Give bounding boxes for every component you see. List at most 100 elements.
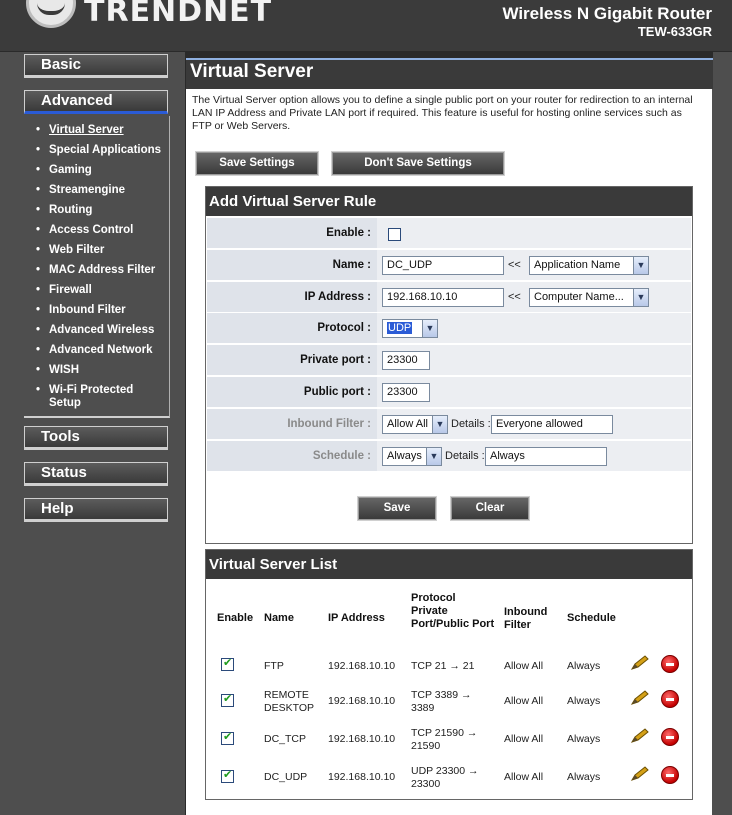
delete-icon[interactable] <box>661 690 679 708</box>
schedule-label: Schedule : <box>207 441 377 471</box>
header-schedule: Schedule <box>567 612 616 624</box>
delete-icon[interactable] <box>661 728 679 746</box>
application-name-select-value: Application Name <box>534 259 621 271</box>
inbound-details-label: Details : <box>451 418 491 430</box>
sidebar-item-wifi-protected-setup[interactable]: Wi-Fi Protected Setup <box>24 384 154 410</box>
sidebar-item-inbound-filter[interactable]: Inbound Filter <box>24 304 126 317</box>
chevron-down-icon: ▼ <box>633 289 648 306</box>
row-ip: 192.168.10.10 <box>328 733 396 745</box>
row-ports: TCP 21 → 21 <box>411 660 475 672</box>
application-name-select[interactable]: Application Name ▼ <box>529 256 649 275</box>
menu-advanced-button[interactable]: Advanced <box>24 90 168 114</box>
row-name: FTP <box>264 660 284 672</box>
edit-pencil-icon[interactable] <box>630 727 650 745</box>
row-name: DC_UDP <box>264 771 308 783</box>
row-schedule: Always <box>567 771 601 783</box>
add-rule-title: Add Virtual Server Rule <box>206 187 692 216</box>
chevron-down-icon: ▼ <box>422 320 437 337</box>
menu-help-button[interactable]: Help <box>24 498 168 522</box>
enable-row: Enable : <box>207 218 691 249</box>
row-enable-checkbox[interactable] <box>221 730 234 745</box>
header-enable: Enable <box>217 612 254 624</box>
virtual-server-list-title: Virtual Server List <box>206 550 692 579</box>
sidebar-item-wish[interactable]: WISH <box>24 364 79 377</box>
product-name: Wireless N Gigabit Router <box>502 4 712 23</box>
inbound-filter-select-value: Allow All <box>387 418 428 430</box>
row-ip: 192.168.10.10 <box>328 660 396 672</box>
header-name: Name <box>264 612 294 624</box>
save-settings-button[interactable]: Save Settings <box>195 151 319 176</box>
edit-pencil-icon[interactable] <box>630 654 650 672</box>
chevron-down-icon: ▼ <box>432 416 447 433</box>
row-name: REMOTE DESKTOP <box>264 689 314 714</box>
sidebar-item-web-filter[interactable]: Web Filter <box>24 244 104 257</box>
model-name: TEW-633GR <box>637 24 712 39</box>
enable-checkbox[interactable] <box>388 228 401 241</box>
delete-icon[interactable] <box>661 655 679 673</box>
inbound-details-field: Everyone allowed <box>491 415 613 434</box>
inbound-filter-select[interactable]: Allow All ▼ <box>382 415 448 434</box>
virtual-server-list-panel: Virtual Server List Enable Name IP Addre… <box>205 549 693 800</box>
row-inbound: Allow All <box>504 771 544 783</box>
sidebar-item-advanced-network[interactable]: Advanced Network <box>24 344 153 357</box>
main-content: Virtual Server The Virtual Server option… <box>185 52 713 815</box>
row-ip: 192.168.10.10 <box>328 695 396 707</box>
private-port-label: Private port : <box>207 345 377 375</box>
ip-address-input[interactable]: 192.168.10.10 <box>382 288 504 307</box>
private-port-input[interactable]: 23300 <box>382 351 430 370</box>
chevron-down-icon: ▼ <box>426 448 441 465</box>
name-row: Name : DC_UDP << Application Name ▼ <box>207 250 691 281</box>
schedule-select[interactable]: Always ▼ <box>382 447 442 466</box>
ip-copy-chevrons[interactable]: << <box>508 291 521 303</box>
row-ports: UDP 23300 → 23300 <box>411 765 479 790</box>
name-input[interactable]: DC_UDP <box>382 256 504 275</box>
sidebar-item-streamengine[interactable]: Streamengine <box>24 184 125 197</box>
name-copy-chevrons[interactable]: << <box>508 259 521 271</box>
name-label: Name : <box>207 250 377 280</box>
menu-status-button[interactable]: Status <box>24 462 168 486</box>
sidebar-item-gaming[interactable]: Gaming <box>24 164 92 177</box>
trendnet-logo-icon <box>26 0 76 28</box>
sidebar-item-access-control[interactable]: Access Control <box>24 224 133 237</box>
edit-pencil-icon[interactable] <box>630 765 650 783</box>
sidebar-item-routing[interactable]: Routing <box>24 204 92 217</box>
row-enable-checkbox[interactable] <box>221 656 234 671</box>
public-port-label: Public port : <box>207 377 377 407</box>
header: TRENDNET Wireless N Gigabit Router TEW-6… <box>0 0 732 52</box>
menu-tools-button[interactable]: Tools <box>24 426 168 450</box>
menu-basic-button[interactable]: Basic <box>24 54 168 78</box>
save-button[interactable]: Save <box>357 496 437 521</box>
computer-name-select[interactable]: Computer Name... ▼ <box>529 288 649 307</box>
header-ip-address: IP Address <box>328 612 385 624</box>
sidebar-item-advanced-wireless[interactable]: Advanced Wireless <box>24 324 154 337</box>
header-inbound-filter: Inbound Filter <box>504 606 548 631</box>
row-name: DC_TCP <box>264 733 307 745</box>
row-inbound: Allow All <box>504 695 544 707</box>
private-port-row: Private port : 23300 <box>207 345 691 376</box>
protocol-select[interactable]: UDP ▼ <box>382 319 438 338</box>
computer-name-select-value: Computer Name... <box>534 291 624 303</box>
inbound-filter-label: Inbound Filter : <box>207 409 377 439</box>
sidebar-item-mac-address-filter[interactable]: MAC Address Filter <box>24 264 155 277</box>
delete-icon[interactable] <box>661 766 679 784</box>
ip-row: IP Address : 192.168.10.10 << Computer N… <box>207 282 691 313</box>
row-enable-checkbox[interactable] <box>221 768 234 783</box>
page-description: The Virtual Server option allows you to … <box>192 94 693 132</box>
ip-address-label: IP Address : <box>207 282 377 312</box>
edit-pencil-icon[interactable] <box>630 689 650 707</box>
enable-label: Enable : <box>207 218 377 248</box>
sidebar-item-firewall[interactable]: Firewall <box>24 284 92 297</box>
dont-save-settings-button[interactable]: Don't Save Settings <box>331 151 505 176</box>
sidebar-item-virtual-server[interactable]: Virtual Server <box>24 124 124 137</box>
protocol-select-value: UDP <box>387 322 413 334</box>
sidebar-item-special-applications[interactable]: Special Applications <box>24 144 161 157</box>
clear-button[interactable]: Clear <box>450 496 530 521</box>
schedule-details-label: Details : <box>445 450 485 462</box>
row-ports: TCP 21590 → 21590 <box>411 727 478 752</box>
schedule-row: Schedule : Always ▼ Details : Always <box>207 441 691 472</box>
public-port-input[interactable]: 23300 <box>382 383 430 402</box>
protocol-label: Protocol : <box>207 313 377 343</box>
schedule-select-value: Always <box>387 450 422 462</box>
row-enable-checkbox[interactable] <box>221 692 234 707</box>
schedule-details-field: Always <box>485 447 607 466</box>
